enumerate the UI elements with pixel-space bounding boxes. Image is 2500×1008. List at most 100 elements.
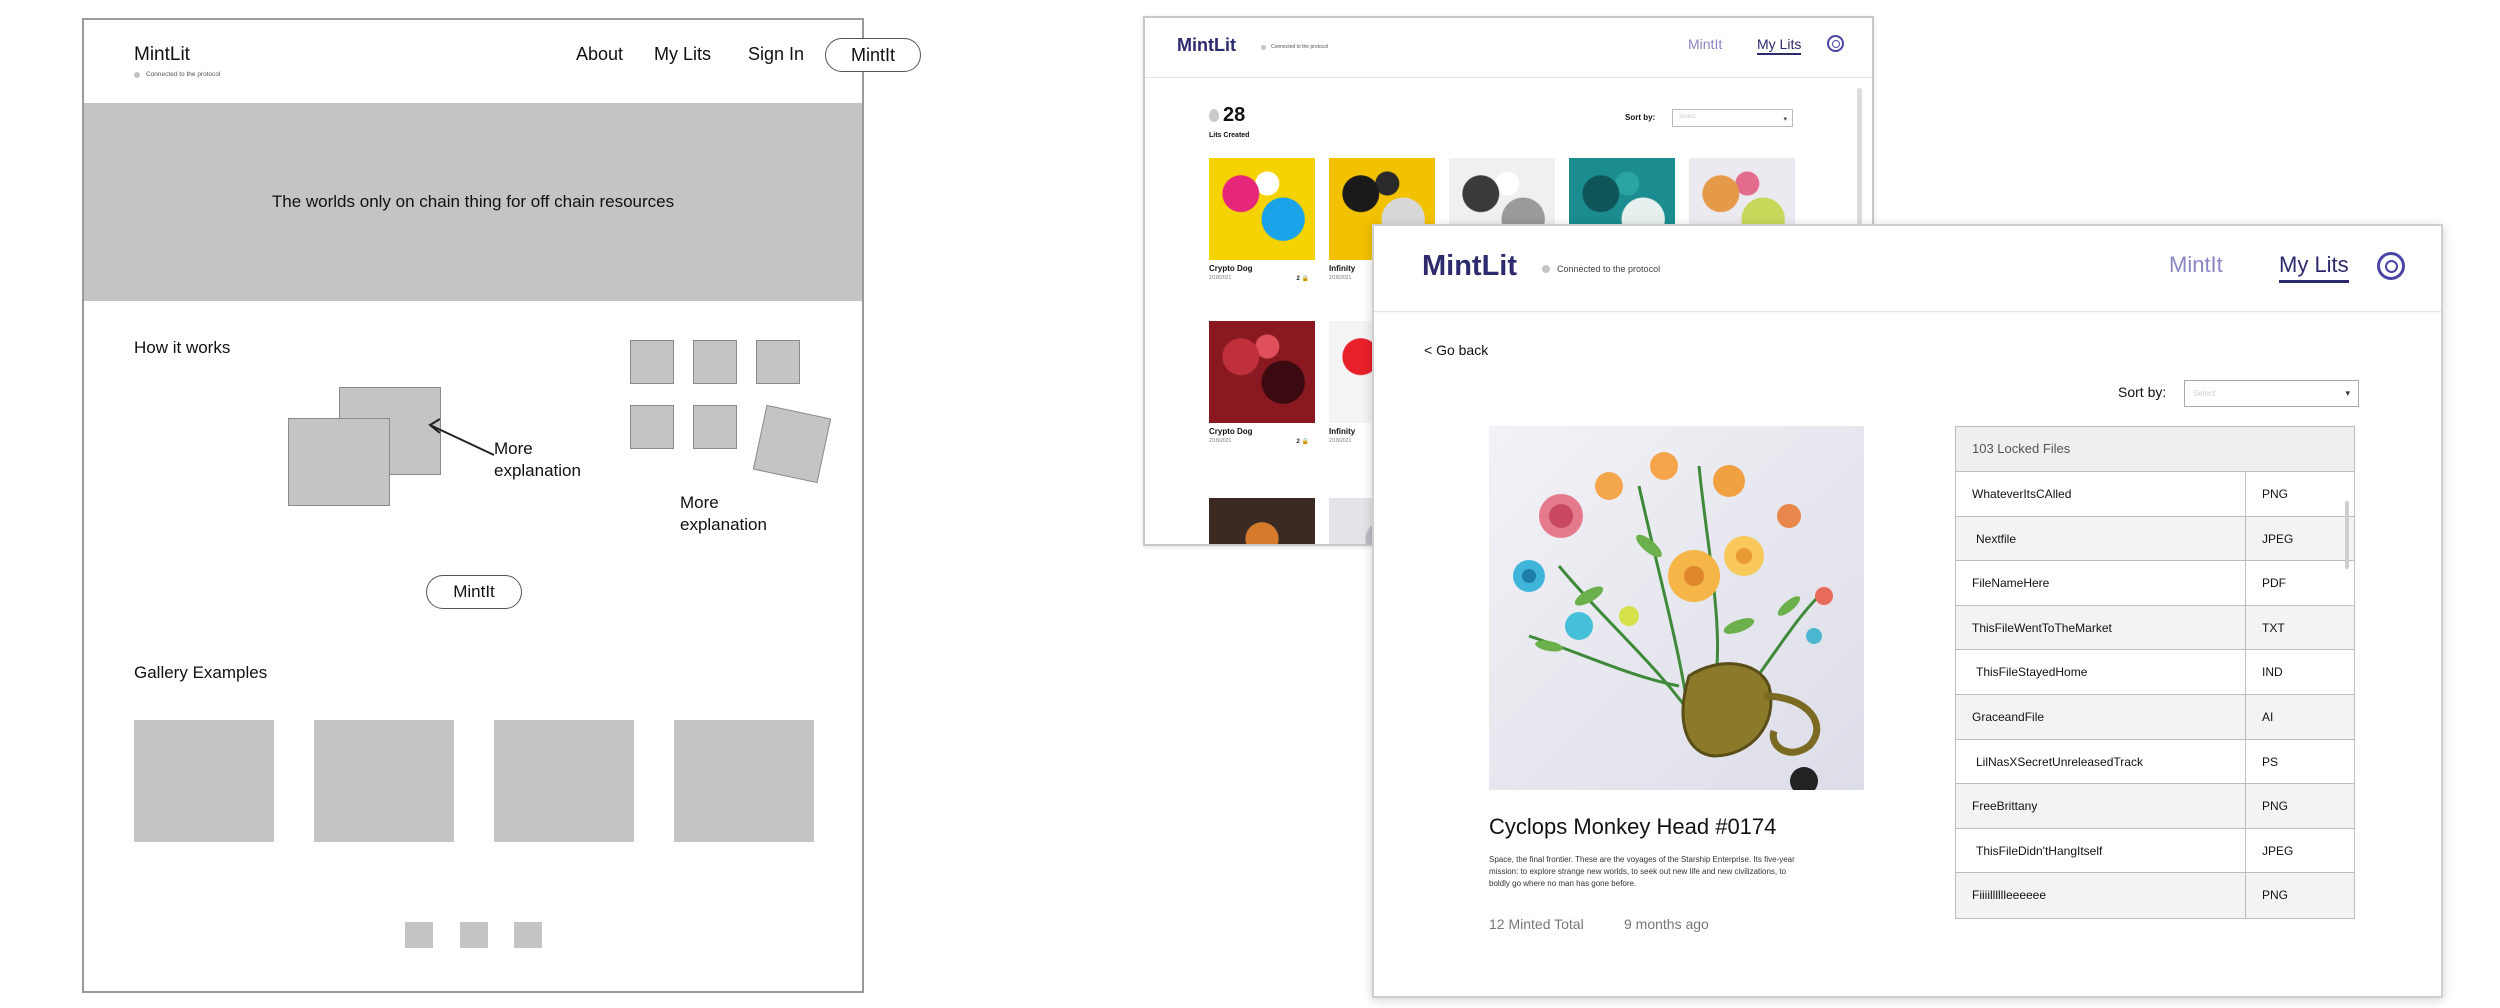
file-type: PNG [2262, 888, 2289, 903]
placeholder-tile [756, 340, 800, 384]
go-back-link[interactable]: < Go back [1424, 342, 1488, 358]
lits-count-value: 28 [1223, 104, 1246, 126]
pagination-dot[interactable] [514, 922, 542, 948]
file-name: GraceandFile [1956, 694, 2246, 739]
nav-mintit[interactable]: MintIt [2169, 252, 2223, 278]
nav-mintit-button[interactable]: MintIt [825, 38, 921, 72]
sort-by-select[interactable]: Select ▾ [2184, 380, 2359, 407]
file-row[interactable]: FreeBrittany PNG [1956, 784, 2354, 829]
file-name: Fiiiilllllleeeeee [1956, 873, 2246, 918]
lit-card-title: Crypto Dog [1209, 427, 1253, 436]
lit-card-title: Crypto Dog [1209, 264, 1253, 273]
status-text: Connected to the protocol [1557, 264, 1661, 274]
gallery-example-image[interactable] [674, 720, 814, 842]
mintit-button[interactable]: MintIt [426, 575, 522, 609]
lit-thumbnail[interactable] [1209, 321, 1315, 423]
sort-placeholder: Select [2193, 389, 2216, 398]
sort-by-label: Sort by: [2118, 384, 2167, 400]
file-name: ThisFileStayedHome [1956, 650, 2246, 694]
nav-sign-in[interactable]: Sign In [748, 44, 804, 65]
gallery-examples-heading: Gallery Examples [134, 663, 268, 682]
hero-banner: The worlds only on chain thing for off c… [84, 103, 862, 301]
placeholder-tile [630, 405, 674, 449]
lit-thumbnail[interactable] [1209, 158, 1315, 260]
placeholder-tile [630, 340, 674, 384]
status-text: Connected to the protocol [1271, 44, 1329, 50]
explanation-text-2: More explanation [680, 493, 767, 534]
file-row[interactable]: ThisFileDidn'tHangItself JPEG [1956, 828, 2354, 874]
file-row[interactable]: ThisFileWentToTheMarket TXT [1956, 605, 2354, 651]
header: MintLit Connected to the protocol MintIt… [1374, 226, 2441, 312]
nav-my-lits[interactable]: My Lits [2279, 252, 2349, 283]
placeholder-tile-rotated [752, 404, 832, 484]
file-type: PS [2262, 754, 2279, 769]
logo[interactable]: MintLit [1177, 35, 1236, 56]
file-row[interactable]: ThisFileStayedHome IND [1956, 650, 2354, 695]
file-type: JPEG [2262, 531, 2294, 546]
file-name: LilNasXSecretUnreleasedTrack [1956, 739, 2246, 784]
gallery-example-image[interactable] [494, 720, 634, 842]
explanation-text-1: More explanation [494, 439, 581, 480]
lit-card-locked-count: 2 🔒 [1296, 439, 1309, 445]
lit-card[interactable]: Crypto Dog 2/18/2021 2 🔒 [1209, 321, 1315, 445]
pagination-dot[interactable] [405, 922, 433, 948]
status-dot-icon [1542, 265, 1550, 273]
file-type: PNG [2262, 487, 2289, 501]
lit-thumbnail[interactable] [1209, 498, 1315, 544]
drop-icon [1209, 109, 1219, 122]
file-type: IND [2262, 665, 2283, 680]
file-name: ThisFileDidn'tHangItself [1956, 828, 2246, 873]
how-it-works-heading: How it works [134, 338, 231, 357]
lit-card[interactable]: Crypto Dog 2/18/2021 2 🔒 [1209, 158, 1315, 282]
table-scrollbar[interactable] [2345, 501, 2349, 569]
header: MintLit Connected to the protocol MintIt… [1145, 18, 1872, 78]
logo[interactable]: MintLit [1422, 250, 1517, 283]
locked-files-rows: WhateverItsCAlled PNG Nextfile JPEG FileName… [1956, 472, 2354, 918]
gallery-example-image[interactable] [314, 720, 454, 842]
nav-about[interactable]: About [576, 44, 623, 65]
file-row[interactable]: LilNasXSecretUnreleasedTrack PS [1956, 739, 2354, 785]
connection-status: Connected to the protocol [1542, 264, 1660, 274]
locked-files-header: 103 Locked Files [1956, 427, 2354, 472]
sort-placeholder: Select [1679, 114, 1696, 120]
account-icon[interactable] [1827, 35, 1844, 52]
lits-count: 28 [1209, 104, 1245, 127]
file-row[interactable]: GraceandFile AI [1956, 694, 2354, 740]
file-name: ThisFileWentToTheMarket [1956, 605, 2246, 650]
account-icon[interactable] [2377, 252, 2405, 280]
file-name: FileNameHere [1956, 561, 2246, 605]
file-name: FreeBrittany [1956, 784, 2246, 828]
lit-card-date: 2/18/2021 [1329, 275, 1352, 281]
lit-card-date: 2/18/2021 [1209, 438, 1232, 444]
locked-files-table: 103 Locked Files WhateverItsCAlled PNG Nex… [1955, 426, 2355, 919]
file-row[interactable]: FileNameHere PDF [1956, 561, 2354, 606]
artwork-description: Space, the final frontier. These are the… [1489, 855, 1795, 888]
file-name: Nextfile [1956, 516, 2246, 561]
status-dot-icon [134, 71, 140, 78]
wireframe-landing-page: MintLit Connected to the protocol About … [82, 18, 921, 993]
file-type: TXT [2262, 620, 2285, 635]
file-row[interactable]: Nextfile JPEG [1956, 516, 2354, 562]
artwork-image [1489, 426, 1864, 790]
lit-card-date: 2/18/2021 [1209, 275, 1232, 281]
sort-by-select[interactable]: Select ▾ [1672, 109, 1793, 127]
file-type: PNG [2262, 799, 2289, 814]
file-row[interactable]: Fiiiilllllleeeeee PNG [1956, 873, 2354, 918]
arrow-icon [428, 418, 495, 456]
nav-mintit[interactable]: MintIt [1688, 36, 1722, 52]
minted-age: 9 months ago [1624, 916, 1709, 932]
placeholder-tile [693, 405, 737, 449]
nav-my-lits[interactable]: My Lits [654, 44, 711, 65]
wireframe-logo[interactable]: MintLit [134, 44, 190, 66]
connection-status: Connected to the protocol [1261, 44, 1328, 50]
pagination-dot[interactable] [460, 922, 488, 948]
lit-card-locked-count: 2 🔒 [1296, 276, 1309, 282]
minted-total: 12 Minted Total [1489, 916, 1584, 932]
nav-my-lits[interactable]: My Lits [1757, 36, 1802, 55]
placeholder-tile [693, 340, 737, 384]
gallery-example-image[interactable] [134, 720, 274, 842]
wireframe-status-text: Connected to the protocol [146, 71, 221, 78]
file-type: JPEG [2262, 843, 2294, 858]
file-row[interactable]: WhateverItsCAlled PNG [1956, 472, 2354, 517]
lit-card[interactable] [1209, 498, 1315, 544]
